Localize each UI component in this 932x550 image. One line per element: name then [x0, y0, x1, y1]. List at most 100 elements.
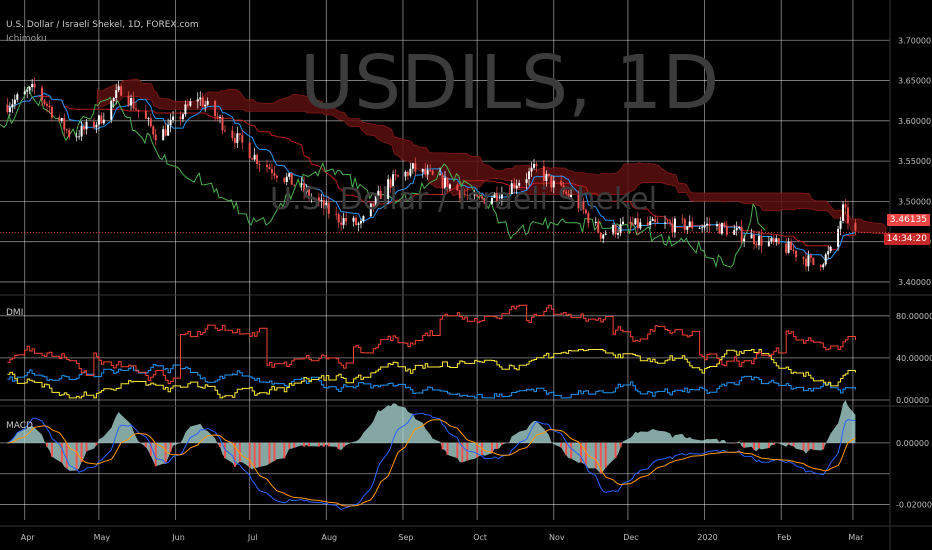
macd-hist-neg-bar [743, 442, 746, 448]
macd-hist-neg-bar [75, 442, 78, 471]
macd-hist-neg-bar [446, 442, 449, 455]
candle-body [97, 115, 100, 125]
candle-body [839, 220, 842, 229]
price-tick-label: 3.50000 [898, 197, 931, 206]
candle-body [13, 99, 16, 105]
candle-body [6, 104, 9, 112]
candle-body [441, 174, 444, 189]
candle-body [654, 219, 657, 223]
macd-hist-neg-bar [787, 442, 790, 445]
candle-body [461, 193, 464, 199]
time-tick-label: Oct [473, 533, 487, 542]
dmi-tick-label: 80.00000 [896, 312, 932, 321]
macd-pane-title[interactable]: MACD [6, 421, 33, 431]
macd-hist-neg-bar [570, 442, 573, 459]
candle-body [120, 86, 123, 96]
candle-body [738, 227, 741, 229]
macd-tick-label: 0.00000 [896, 439, 929, 448]
macd-hist-neg-bar [337, 442, 340, 450]
candle-body [130, 98, 133, 106]
candle-body [355, 217, 357, 225]
candle-body [251, 158, 254, 160]
candle-body [369, 203, 372, 217]
candle-body [829, 246, 832, 252]
candle-body [288, 173, 291, 177]
candle-body [275, 175, 278, 178]
macd-hist-neg-bar [253, 442, 256, 468]
time-tick-label: Sep [398, 533, 413, 542]
candle-body [424, 169, 427, 175]
candle-body [117, 86, 120, 91]
macd-hist-neg-bar [288, 442, 291, 449]
candle-body [614, 225, 617, 235]
price-tick-label: 3.60000 [898, 117, 931, 126]
ichimoku-label[interactable]: Ichimoku [6, 34, 47, 44]
candle-body [78, 136, 81, 138]
candle-body [201, 97, 204, 107]
candle-body [570, 194, 573, 198]
candle-body [446, 177, 449, 189]
candle-body [238, 133, 241, 136]
candle-body [127, 95, 130, 106]
candle-body [656, 222, 659, 223]
time-tick-label: Jul [247, 533, 258, 542]
candle-body [599, 232, 602, 239]
price-tick-label: 3.65000 [898, 77, 931, 86]
candle-body [167, 125, 170, 136]
candle-body [602, 234, 605, 239]
time-tick-label: 2020 [697, 533, 717, 542]
candle-body [23, 91, 26, 95]
candle-body [649, 221, 652, 226]
candle-body [577, 194, 580, 209]
macd-hist-neg-bar [268, 442, 271, 464]
candle-body [686, 226, 689, 230]
candle-body [231, 130, 234, 139]
macd-hist-neg-bar [60, 442, 63, 463]
macd-hist-neg-bar [273, 442, 276, 461]
candle-body [760, 236, 763, 246]
candle-body [639, 222, 642, 229]
candle-body [429, 170, 432, 172]
adx-line [7, 304, 856, 384]
candle-body [701, 227, 704, 229]
candle-body [755, 244, 758, 246]
candle-body [310, 197, 313, 199]
candle-body [102, 119, 105, 124]
candle-body [854, 222, 857, 231]
candle-body [256, 154, 259, 165]
candle-body [772, 238, 775, 242]
dmi-pane-title[interactable]: DMI [6, 308, 23, 318]
candle-body [26, 90, 29, 92]
candle-body [132, 98, 135, 109]
candle-body [681, 218, 684, 220]
candle-body [404, 171, 407, 177]
candle-body [444, 177, 446, 189]
candle-body [196, 99, 199, 102]
macd-tick-label: -0.02000 [896, 501, 932, 510]
macd-hist-neg-bar [619, 442, 622, 448]
candle-body [819, 264, 822, 268]
macd-hist-neg-bar [308, 442, 311, 447]
candle-body [266, 164, 268, 168]
candle-body [846, 207, 849, 223]
candle-body [374, 195, 377, 207]
candle-body [790, 241, 793, 251]
candle-body [303, 183, 306, 193]
candle-body [560, 180, 563, 186]
candle-body [43, 100, 46, 104]
candle-body [787, 241, 790, 253]
candle-body [703, 225, 706, 228]
candle-body [481, 196, 484, 199]
price-tick-label: 3.55000 [898, 157, 931, 166]
candle-body [65, 129, 68, 131]
chart-canvas[interactable]: 3.700003.650003.600003.550003.500003.450… [0, 0, 932, 550]
candle-body [547, 173, 550, 176]
candle-body [448, 184, 451, 189]
candle-body [33, 83, 36, 88]
candle-body [498, 199, 501, 202]
candle-body [92, 121, 95, 128]
candle-body [273, 173, 276, 176]
macd-hist-neg-bar [792, 442, 795, 447]
candle-body [169, 119, 172, 126]
candle-body [45, 103, 48, 106]
